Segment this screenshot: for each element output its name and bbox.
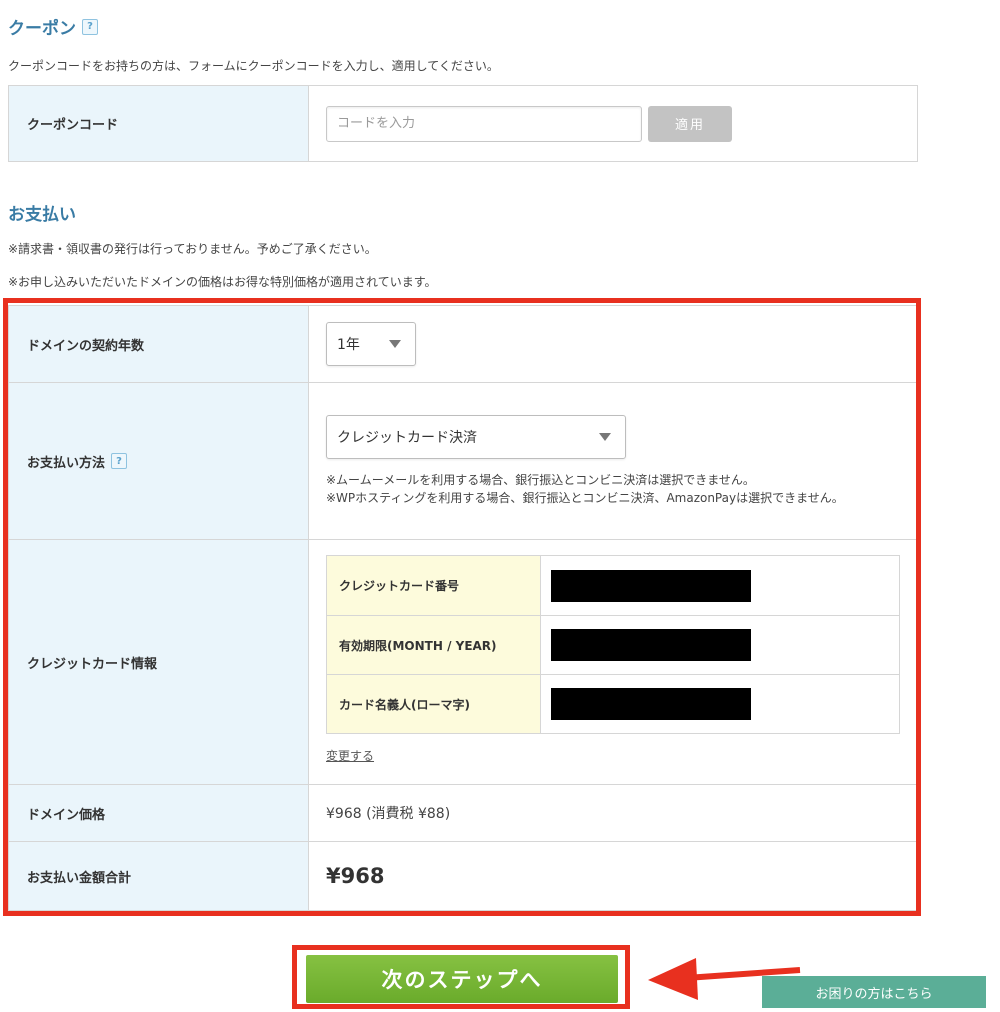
chevron-down-icon [389,340,401,348]
payment-note-invoice: ※請求書・領収書の発行は行っておりません。予めご了承ください。 [8,242,377,256]
apply-button[interactable]: 適用 [648,105,732,142]
total-value: ¥968 [326,864,385,888]
card-info-cell: クレジットカード番号 有効期限(MONTH / YEAR) カード名義人(ローマ… [309,540,917,784]
help-button[interactable]: お困りの方はこちら [762,976,986,1008]
domain-price-row: ドメイン価格 ¥968 (消費税 ¥88) [9,784,917,841]
coupon-description: クーポンコードをお持ちの方は、フォームにクーポンコードを入力し、適用してください… [8,59,499,73]
payment-method-select[interactable]: クレジットカード決済 [326,415,626,459]
payment-table: ドメインの契約年数 1年 お支払い方法 ? クレジットカード決済 ※ムームーメー… [8,305,918,911]
card-expiry-redacted [551,629,751,661]
card-number-redacted [551,569,751,602]
chevron-down-icon [599,433,611,441]
help-icon[interactable]: ? [111,453,128,469]
coupon-code-cell: 適用 [309,86,917,161]
payment-method-value: クレジットカード決済 [337,430,477,446]
card-number-label: クレジットカード番号 [327,556,541,615]
domain-price-value: ¥968 (消費税 ¥88) [326,806,451,822]
payment-method-note-wp: ※WPホスティングを利用する場合、銀行振込とコンビニ決済、AmazonPayは選… [326,491,844,505]
change-card-link[interactable]: 変更する [326,747,374,764]
total-label: お支払い金額合計 [9,842,309,910]
next-step-button[interactable]: 次のステップへ [306,955,618,1003]
card-holder-label: カード名義人(ローマ字) [327,675,541,733]
card-expiry-label: 有効期限(MONTH / YEAR) [327,616,541,674]
card-number-row: クレジットカード番号 [327,556,899,615]
contract-years-row: ドメインの契約年数 1年 [9,306,917,382]
contract-years-select[interactable]: 1年 [326,322,416,366]
card-table: クレジットカード番号 有効期限(MONTH / YEAR) カード名義人(ローマ… [326,555,900,734]
coupon-code-label: クーポンコード [9,86,309,161]
card-holder-row: カード名義人(ローマ字) [327,674,899,733]
coupon-row: クーポンコード 適用 [9,86,917,161]
payment-title: お支払い [8,205,76,225]
card-holder-redacted [551,688,751,720]
contract-years-cell: 1年 [309,306,917,382]
payment-method-label: お支払い方法 ? [9,383,309,539]
help-icon[interactable]: ? [82,18,98,35]
card-info-label: クレジットカード情報 [9,540,309,784]
payment-note-price: ※お申し込みいただいたドメインの価格はお得な特別価格が適用されています。 [8,275,437,289]
payment-method-row: お支払い方法 ? クレジットカード決済 ※ムームーメールを利用する場合、銀行振込… [9,382,917,539]
contract-years-value: 1年 [337,337,360,353]
contract-years-label: ドメインの契約年数 [9,306,309,382]
coupon-title: クーポン ? [8,14,98,39]
card-info-row: クレジットカード情報 クレジットカード番号 有効期限(MONTH / YEAR)… [9,539,917,784]
total-row: お支払い金額合計 ¥968 [9,841,917,910]
payment-method-cell: クレジットカード決済 ※ムームーメールを利用する場合、銀行振込とコンビニ決済は選… [309,383,917,539]
coupon-code-input[interactable] [326,105,642,142]
payment-method-note-mail: ※ムームーメールを利用する場合、銀行振込とコンビニ決済は選択できません。 [326,473,755,487]
card-expiry-row: 有効期限(MONTH / YEAR) [327,615,899,674]
domain-price-label: ドメイン価格 [9,785,309,841]
coupon-table: クーポンコード 適用 [8,85,918,162]
